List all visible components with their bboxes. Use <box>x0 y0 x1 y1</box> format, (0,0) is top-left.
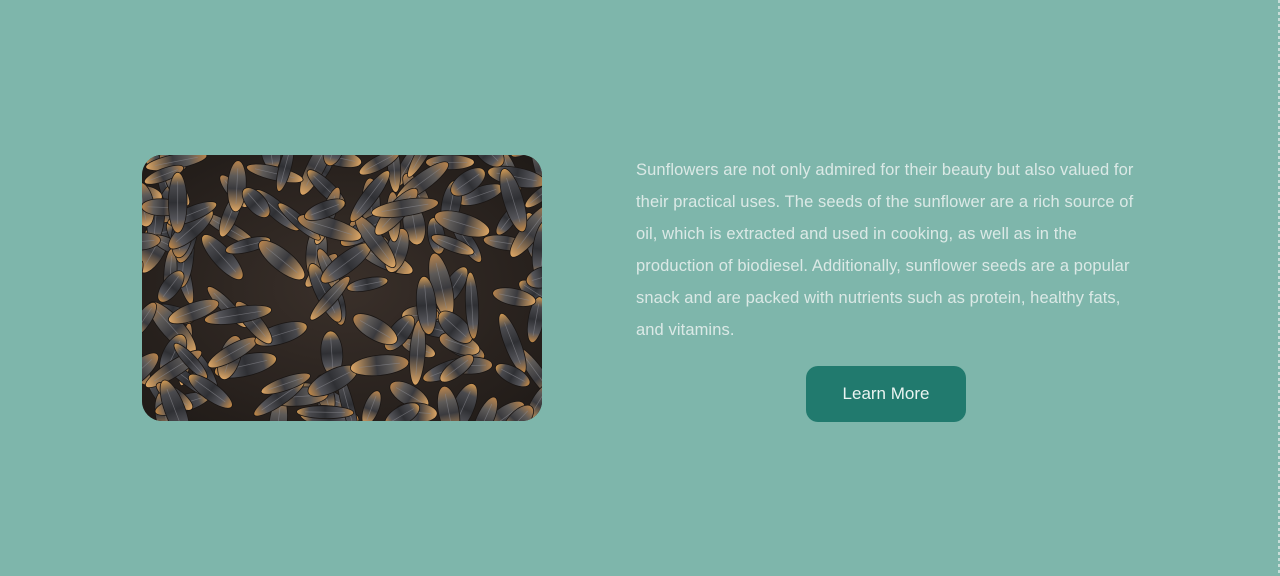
feature-section: Sunflowers are not only admired for thei… <box>0 0 1280 576</box>
description-text: Sunflowers are not only admired for thei… <box>636 161 1134 339</box>
text-block: Sunflowers are not only admired for thei… <box>636 154 1146 346</box>
learn-more-button[interactable]: Learn More <box>806 366 966 422</box>
seeds-photo-graphic <box>142 155 542 421</box>
sunflower-seeds-image <box>142 155 542 421</box>
